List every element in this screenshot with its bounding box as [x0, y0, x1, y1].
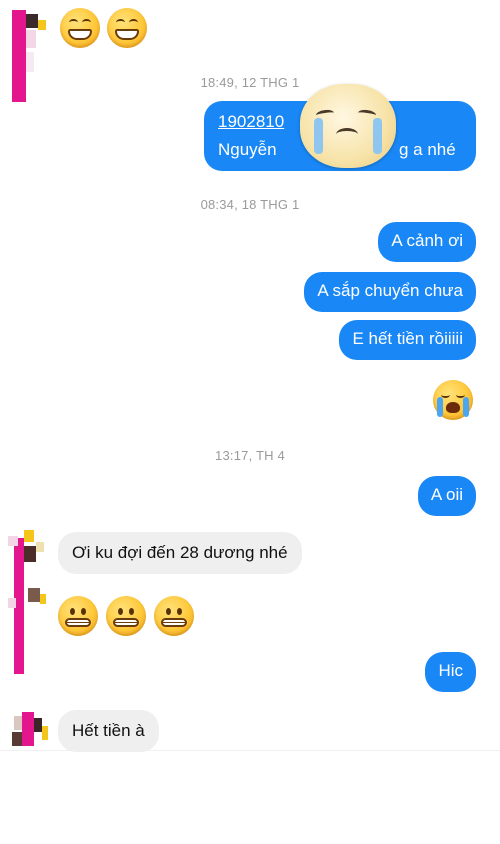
account-name-end: g a nhé — [399, 140, 456, 159]
account-number-link[interactable]: 1902810 — [218, 111, 284, 133]
message-bubble[interactable]: A cảnh ơi — [378, 222, 476, 262]
message-bubble[interactable]: Hết tiền à — [58, 710, 159, 752]
grinning-face-icon — [60, 8, 100, 48]
message-bubble[interactable]: Hic — [425, 652, 476, 692]
contact-avatar[interactable] — [8, 712, 48, 750]
account-name-start: Nguyễn — [218, 140, 277, 159]
grimacing-face-icon — [58, 596, 98, 636]
timestamp: 13:17, TH 4 — [215, 448, 285, 463]
chat-thread: 18:49, 12 THG 1 1902810 Nguyễn g a nhé 0… — [0, 0, 500, 752]
sad-sticker-icon — [300, 84, 396, 168]
timestamp: 18:49, 12 THG 1 — [200, 75, 300, 90]
message-bubble[interactable]: A sắp chuyển chưa — [304, 272, 476, 312]
grinning-face-icon — [107, 8, 147, 48]
timestamp: 08:34, 18 THG 1 — [200, 197, 300, 212]
grimacing-face-icon — [154, 596, 194, 636]
message-bubble[interactable]: Ơi ku đợi đến 28 dương nhé — [58, 532, 302, 574]
grimacing-face-icon — [106, 596, 146, 636]
crying-face-icon — [433, 380, 473, 420]
message-bubble[interactable]: E hết tiền rồiiiii — [339, 320, 476, 360]
message-bubble[interactable]: A oii — [417, 476, 476, 516]
contact-avatar[interactable] — [8, 528, 46, 674]
